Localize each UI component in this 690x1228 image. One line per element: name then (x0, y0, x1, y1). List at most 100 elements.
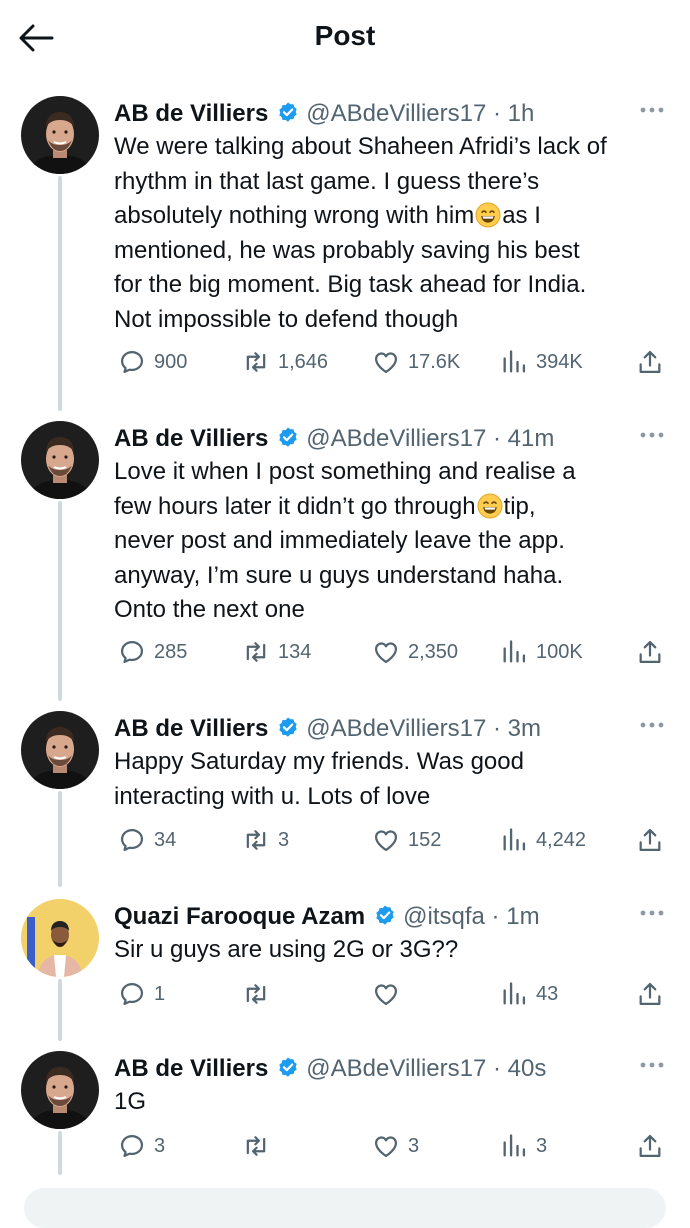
share-button[interactable] (636, 1130, 664, 1162)
views-button[interactable]: 43 (500, 978, 558, 1010)
avatar[interactable] (21, 1051, 99, 1129)
post-time[interactable]: 40s (508, 1055, 547, 1082)
likes-count: 17.6K (408, 350, 461, 373)
repost-button[interactable]: 134 (242, 636, 311, 668)
post-time[interactable]: 3m (508, 715, 541, 742)
tweet-header: AB de Villiers @ABdeVilliers17 · 3m (114, 711, 620, 747)
user-handle[interactable]: @ABdeVilliers17 (306, 1055, 486, 1082)
replies-count: 34 (154, 828, 177, 851)
views-button[interactable]: 3 (500, 1130, 547, 1162)
thread-connector-line (58, 791, 62, 887)
likes-count: 2,350 (408, 640, 459, 663)
page-title: Post (314, 20, 376, 51)
replies-count: 285 (154, 640, 188, 663)
reply-icon (118, 1132, 146, 1160)
repost-button[interactable]: 1,646 (242, 346, 328, 378)
share-button[interactable] (636, 346, 664, 378)
avatar[interactable] (21, 711, 99, 789)
like-button[interactable]: 152 (372, 824, 441, 856)
tweet-actions: 900 1,646 17.6K 394K (114, 346, 674, 378)
user-handle[interactable]: @ABdeVilliers17 (306, 100, 486, 127)
reposts-count: 3 (278, 828, 290, 851)
views-button[interactable]: 100K (500, 636, 583, 668)
separator-dot: · (486, 425, 508, 452)
like-button[interactable]: 2,350 (372, 636, 458, 668)
display-name[interactable]: AB de Villiers (114, 1055, 268, 1082)
share-button[interactable] (636, 824, 664, 856)
reply-icon (118, 980, 146, 1008)
more-options-icon[interactable] (636, 901, 668, 925)
tweet-text-segment: rhythm in that last game. I guess there’… (114, 167, 540, 195)
tweet-text: Love it when I post something and realis… (114, 455, 679, 628)
separator-dot: · (486, 1055, 508, 1082)
more-options-icon[interactable] (636, 713, 668, 737)
tweet-header: Quazi Farooque Azam @itsqfa · 1m (114, 899, 620, 935)
reply-button[interactable]: 285 (118, 636, 187, 668)
views-button[interactable]: 394K (500, 346, 583, 378)
top-bar: Post (0, 0, 690, 76)
more-options-icon[interactable] (636, 1053, 668, 1077)
share-button[interactable] (636, 978, 664, 1010)
tweet-text-segment: We were talking about Shaheen Afridi’s l… (114, 133, 607, 160)
display-name[interactable]: AB de Villiers (114, 100, 268, 127)
display-name[interactable]: AB de Villiers (114, 425, 268, 452)
replies-count: 900 (154, 350, 188, 373)
post-time[interactable]: 1h (508, 100, 535, 127)
repost-icon (242, 826, 270, 854)
share-icon (636, 348, 664, 376)
likes-count: 3 (408, 1134, 420, 1157)
reposts-count: 134 (278, 640, 312, 663)
avatar[interactable] (21, 421, 99, 499)
reply-composer-bar[interactable] (24, 1188, 666, 1228)
views-icon (500, 638, 528, 666)
thread-connector-line (58, 1131, 62, 1175)
reply-button[interactable]: 34 (118, 824, 176, 856)
tweet-text-segment: interacting with u. Lots of love (114, 782, 431, 810)
reply-button[interactable]: 900 (118, 346, 187, 378)
avatar[interactable] (21, 899, 99, 977)
replies-count: 3 (154, 1134, 166, 1157)
tweet-text-segment: 1G (114, 1088, 147, 1115)
post-time[interactable]: 1m (506, 903, 539, 930)
more-options-icon[interactable] (636, 423, 668, 447)
views-count: 4,242 (536, 828, 587, 851)
like-button[interactable]: 3 (372, 1130, 419, 1162)
repost-button[interactable] (242, 978, 278, 1010)
repost-icon (242, 1132, 270, 1160)
share-icon (636, 1132, 664, 1160)
more-options-icon[interactable] (636, 98, 668, 122)
like-button[interactable] (372, 978, 408, 1010)
verified-badge-icon (373, 904, 397, 928)
tweet-header: AB de Villiers @ABdeVilliers17 · 40s (114, 1051, 620, 1087)
like-button[interactable]: 17.6K (372, 346, 460, 378)
repost-button[interactable] (242, 1130, 278, 1162)
repost-button[interactable]: 3 (242, 824, 289, 856)
tweet-text: We were talking about Shaheen Afridi’s l… (114, 130, 679, 337)
post-time[interactable]: 41m (508, 425, 555, 452)
reply-icon (118, 638, 146, 666)
likes-count: 152 (408, 828, 442, 851)
like-icon (372, 1132, 400, 1160)
tweet-text-segment: never post and immediately leave the app… (114, 527, 565, 554)
user-handle[interactable]: @ABdeVilliers17 (306, 715, 486, 742)
like-icon (372, 826, 400, 854)
reply-button[interactable]: 3 (118, 1130, 165, 1162)
like-icon (372, 980, 400, 1008)
views-button[interactable]: 4,242 (500, 824, 586, 856)
grinning-emoji-icon (477, 493, 503, 519)
user-handle[interactable]: @itsqfa (403, 903, 485, 930)
tweet-text-segment: few hours later it didn’t go through (114, 492, 476, 520)
reply-button[interactable]: 1 (118, 978, 165, 1010)
share-button[interactable] (636, 636, 664, 668)
share-icon (636, 826, 664, 854)
tweet-text-segment: mentioned, he was probably saving his be… (114, 236, 580, 264)
display-name[interactable]: Quazi Farooque Azam (114, 903, 365, 930)
display-name[interactable]: AB de Villiers (114, 715, 268, 742)
replies-count: 1 (154, 982, 166, 1005)
tweet-text-segment: for the big moment. Big task ahead for I… (114, 271, 587, 298)
views-icon (500, 826, 528, 854)
separator-dot: · (484, 903, 507, 930)
avatar[interactable] (21, 96, 99, 174)
user-handle[interactable]: @ABdeVilliers17 (306, 425, 486, 452)
tweet-text-segment: absolutely nothing wrong with him (114, 202, 475, 229)
